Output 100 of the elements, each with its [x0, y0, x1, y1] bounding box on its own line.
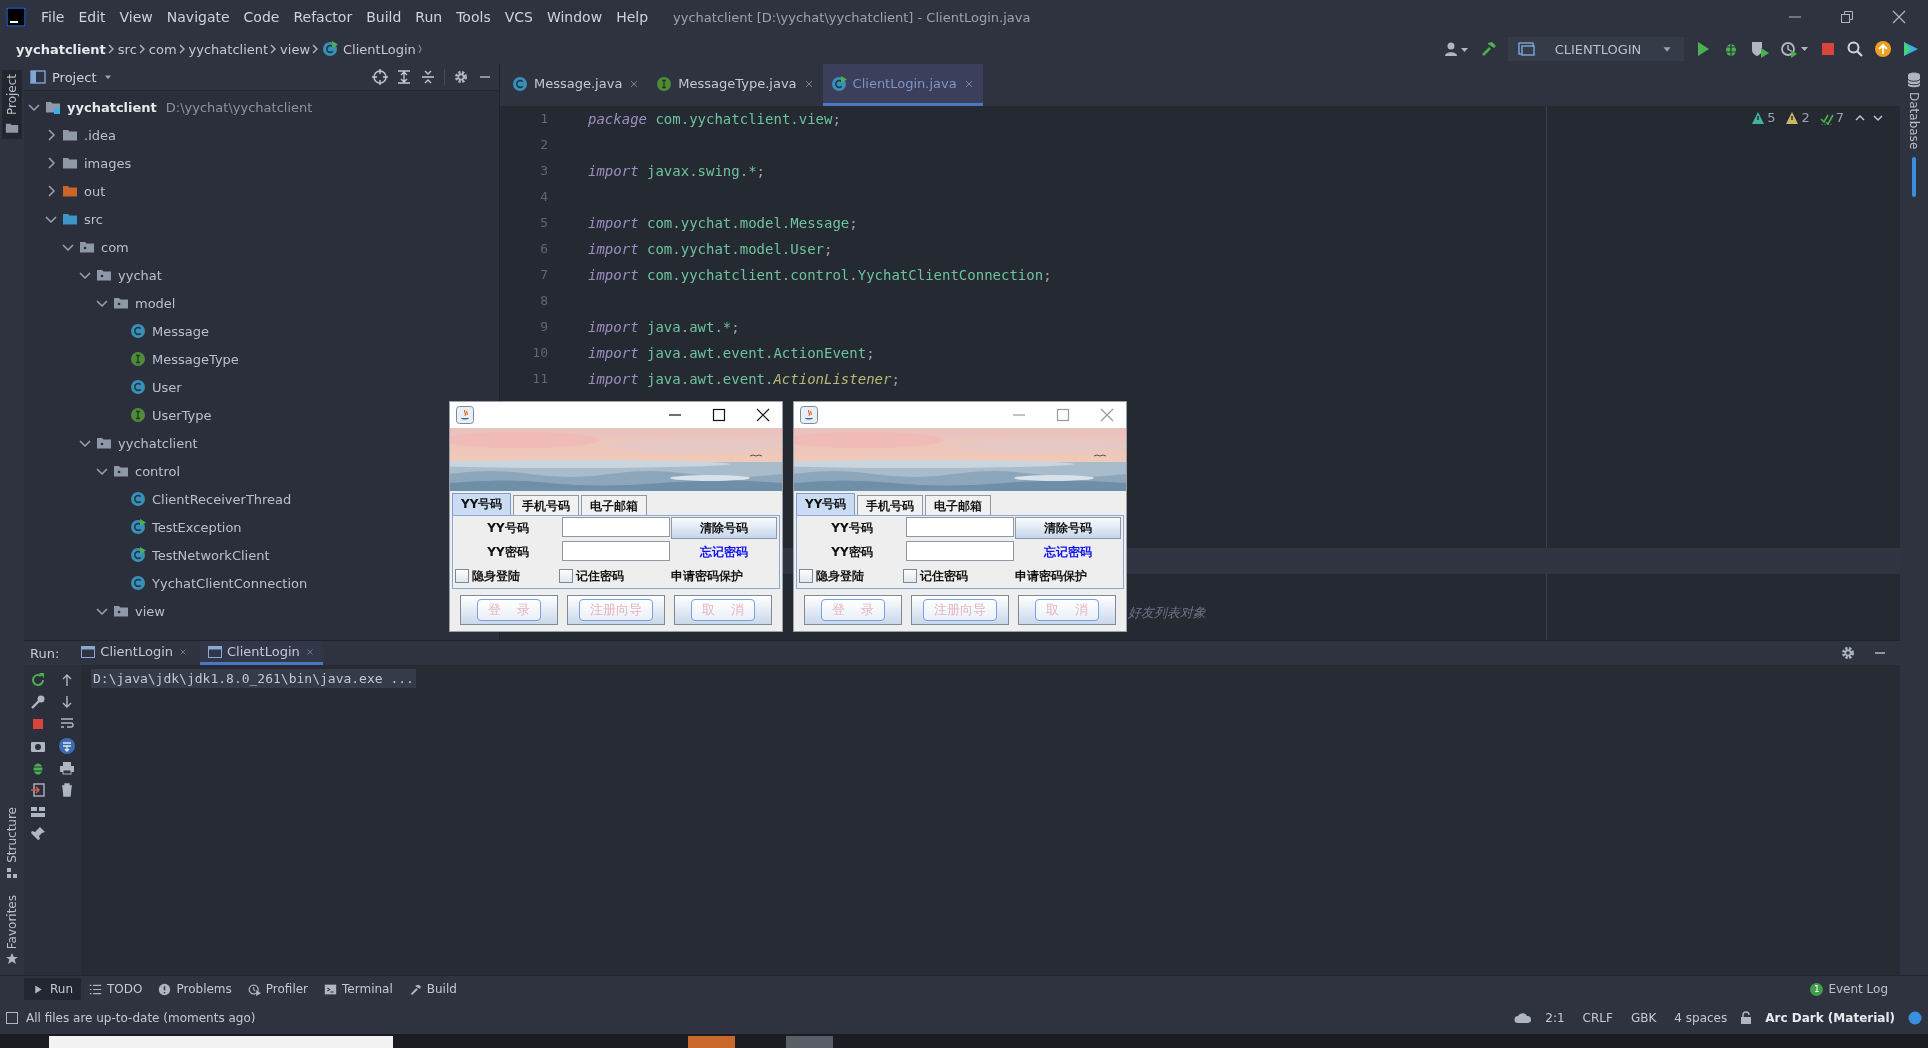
tab[interactable]: YY号码: [452, 493, 512, 515]
tool-window-tab[interactable]: Database: [1907, 92, 1921, 150]
tree-item[interactable]: ClientReceiverThread: [152, 491, 292, 507]
wrench-icon[interactable]: [30, 694, 47, 710]
theme-icon[interactable]: [1908, 1011, 1922, 1025]
tree-item[interactable]: control: [135, 463, 181, 479]
tab[interactable]: 电子邮箱: [925, 495, 992, 515]
breadcrumb-item[interactable]: ClientLogin: [343, 41, 416, 57]
breadcrumb-item[interactable]: yychatclient: [16, 41, 106, 57]
layout-icon[interactable]: [30, 804, 47, 820]
menu-item[interactable]: View: [112, 9, 160, 25]
close-icon[interactable]: [756, 408, 770, 422]
cloud-icon[interactable]: [1514, 1011, 1533, 1025]
tool-window-tab[interactable]: Problems: [150, 978, 240, 1000]
clear-button[interactable]: 清除号码: [1015, 517, 1121, 539]
search-icon[interactable]: [1846, 40, 1864, 58]
menu-item[interactable]: Edit: [71, 9, 113, 25]
checkbox[interactable]: [559, 569, 573, 583]
input-field[interactable]: [906, 517, 1014, 537]
tree-item[interactable]: src: [84, 211, 103, 227]
rerun-icon[interactable]: [30, 672, 47, 688]
menu-item[interactable]: File: [34, 9, 72, 25]
lock-icon[interactable]: [1740, 1011, 1753, 1025]
tree-item[interactable]: yychat: [118, 267, 162, 283]
menu-item[interactable]: Build: [359, 9, 409, 25]
theme-name[interactable]: Arc Dark (Material): [1760, 1011, 1900, 1025]
forgot-password-link[interactable]: 忘记密码: [700, 543, 748, 561]
tab[interactable]: YY号码: [796, 493, 856, 515]
status-item[interactable]: GBK: [1625, 1011, 1662, 1025]
locate-icon[interactable]: [372, 69, 388, 85]
tree-item[interactable]: view: [135, 603, 165, 619]
input-field[interactable]: [562, 517, 670, 537]
tool-window-tab[interactable]: Terminal: [316, 978, 401, 1000]
stop-icon[interactable]: [1820, 41, 1836, 57]
breadcrumb-item[interactable]: yychatclient: [188, 41, 269, 57]
breadcrumb-item[interactable]: com: [148, 41, 177, 57]
restore-icon[interactable]: [1840, 10, 1854, 24]
settings-icon[interactable]: [1840, 645, 1856, 661]
input-field[interactable]: [906, 541, 1014, 561]
print-icon[interactable]: [58, 760, 75, 776]
tree-item[interactable]: User: [152, 379, 182, 395]
warning-icon[interactable]: [1785, 110, 1800, 125]
expand-all-icon[interactable]: [396, 69, 412, 85]
tool-window-tab[interactable]: Favorites: [5, 894, 19, 949]
tree-item[interactable]: yychatclient: [118, 435, 198, 451]
settings-icon[interactable]: [453, 69, 469, 85]
option-label[interactable]: 申请密码保护: [671, 567, 777, 585]
status-item[interactable]: 2:1: [1540, 1011, 1570, 1025]
panel-toggle-icon[interactable]: [6, 1012, 18, 1024]
checkbox[interactable]: [903, 569, 917, 583]
tool-window-tab[interactable]: TODO: [81, 978, 151, 1000]
tree-item[interactable]: model: [135, 295, 176, 311]
input-field[interactable]: [562, 541, 670, 561]
update-icon[interactable]: [1874, 40, 1892, 58]
tree-item[interactable]: TestException: [152, 519, 242, 535]
option-label[interactable]: 申请密码保护: [1015, 567, 1121, 585]
status-item[interactable]: CRLF: [1577, 1011, 1618, 1025]
maximize-icon[interactable]: [712, 408, 726, 422]
tree-item[interactable]: images: [84, 155, 132, 171]
collapse-all-icon[interactable]: [420, 69, 436, 85]
menu-item[interactable]: Code: [236, 9, 287, 25]
user-icon[interactable]: [1444, 41, 1470, 57]
checkbox[interactable]: [455, 569, 469, 583]
process-tab[interactable]: ClientLogin: [200, 641, 323, 665]
menu-item[interactable]: Tools: [449, 9, 498, 25]
clear-button[interactable]: 清除号码: [671, 517, 777, 539]
breadcrumb-item[interactable]: view: [280, 41, 311, 57]
tab[interactable]: 电子邮箱: [581, 495, 648, 515]
menu-item[interactable]: Run: [408, 9, 450, 25]
tree-item[interactable]: out: [84, 183, 106, 199]
coverage-icon[interactable]: [1750, 40, 1770, 58]
tree-item[interactable]: YychatClientConnection: [152, 575, 308, 591]
editor-tab[interactable]: Message.java: [504, 64, 649, 106]
scroll-to-end-icon[interactable]: [58, 738, 75, 754]
plugin-icon[interactable]: [1902, 40, 1920, 58]
tool-window-tab[interactable]: Build: [400, 978, 465, 1000]
tree-item[interactable]: UserType: [152, 407, 212, 423]
menu-item[interactable]: Help: [609, 9, 656, 25]
tree-item[interactable]: TestNetworkClient: [152, 547, 270, 563]
run-config-dropdown[interactable]: CLIENTLOGIN: [1508, 37, 1684, 61]
tool-window-tab[interactable]: Run: [24, 978, 81, 1000]
login-icon[interactable]: [30, 782, 47, 798]
tree-item[interactable]: com: [101, 239, 129, 255]
tab[interactable]: 手机号码: [857, 495, 924, 515]
hammer-icon[interactable]: [1480, 40, 1498, 58]
tool-window-tab[interactable]: Event Log: [1828, 982, 1888, 996]
breadcrumb-item[interactable]: src: [117, 41, 137, 57]
tool-window-tab[interactable]: Structure: [5, 806, 19, 863]
checkbox[interactable]: [799, 569, 813, 583]
tree-item[interactable]: Message: [152, 323, 209, 339]
profiler-icon[interactable]: [1780, 40, 1810, 58]
tool-window-tab[interactable]: Profiler: [239, 978, 317, 1000]
panel-title[interactable]: Project: [52, 69, 97, 85]
tree-item[interactable]: .idea: [84, 127, 116, 143]
menu-item[interactable]: Refactor: [286, 9, 360, 25]
error-icon[interactable]: [1751, 110, 1766, 125]
process-tab[interactable]: ClientLogin: [73, 641, 197, 665]
tree-item[interactable]: MessageType: [152, 351, 239, 367]
forgot-password-link[interactable]: 忘记密码: [1044, 543, 1092, 561]
tree-item[interactable]: yychatclient: [67, 99, 157, 115]
